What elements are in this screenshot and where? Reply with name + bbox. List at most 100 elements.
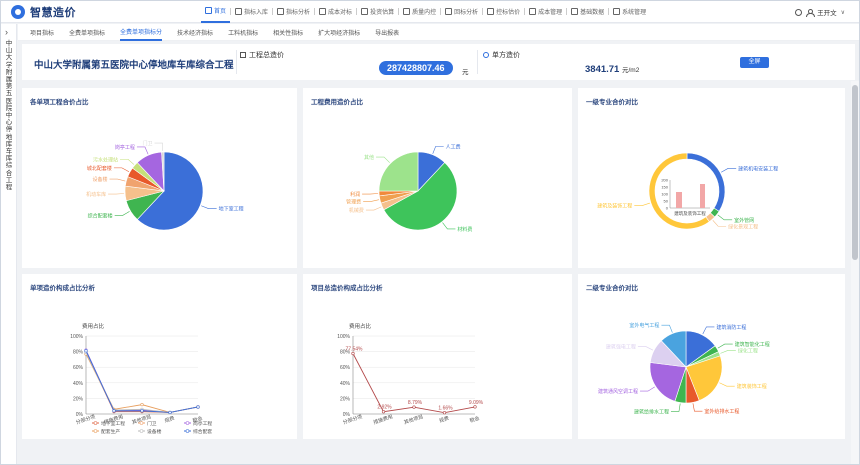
tick-label: 措施费用 [372,413,393,426]
pie-label-line [637,346,654,351]
menu-item-label: 成本管理 [538,10,563,16]
user-icon [806,8,816,17]
pie-label-line [634,202,651,206]
pie-chart-single-share: 地下室工程综合配套楼 机动车库 设备楼 城北配套楼 污水处理站 岗亭工程门卫 [86,140,244,231]
subtab[interactable]: 导出报表 [375,24,399,41]
menu-item[interactable]: 控标估价 [483,1,524,23]
pie-label: 城北配套楼 [87,165,112,172]
subtab[interactable]: 扩大项经济指标 [318,24,360,41]
logo[interactable]: 智慧造价 [11,4,201,20]
subtab[interactable]: 项目指标 [30,24,54,41]
data-label: 9.09% [469,400,484,406]
pie-label: 建筑及装饰工程 [597,203,632,210]
tick-label: 100% [70,334,83,340]
sidebar: › 中山大学附属第五医院中心停地库车库综合工程 [1,24,17,464]
pie-label: 室外管网 [734,217,754,224]
pie-label-line [640,386,655,392]
line-chart-single-composition: 费用占比100%80%60%40%20%0%分部分项 措施费用 其他项目 规费 税金地下… [70,322,212,435]
legend-swatch-dot [185,429,190,433]
data-point [412,405,416,409]
menu-item[interactable]: 指标入库 [231,1,272,23]
subtab[interactable]: 相关性指标 [273,24,303,41]
total-cost-label-text: 工程总造价 [249,52,284,59]
menu-item[interactable]: 质量内控 [399,1,440,23]
sub-tabs: 项目指标 全费单项指标 全费单项指标分 技术经济指标 工料机指标 相关性指标 扩大项经济指标… [18,24,859,41]
pie-label: 机械费 [349,207,364,214]
pie-label-line [720,350,736,354]
pie-label-line [108,193,125,195]
info-icon [483,52,489,58]
menu-item[interactable]: 回标分析 [441,1,482,23]
tick-label: 40% [340,381,351,387]
pie-label-line [692,403,703,412]
user-name[interactable]: 王开文 [817,7,837,17]
chart-panel-single-composition: 单项造价构成占比分析 费用占比 100% 80% 60% 40% 20% 0% 分部分项 措施费… [22,274,297,439]
legend-swatch-dot [139,421,144,425]
sidebar-project-name[interactable]: 中山大学附属第五医院中心停地库车库综合工程 [4,40,14,191]
data-label: 1.66% [438,406,453,412]
fullscreen-button[interactable]: 全屏 [740,57,769,68]
menu-item[interactable]: 成本管理 [525,1,566,23]
inset-bar [700,184,705,208]
menu-item-icon [319,8,327,15]
menu-item[interactable]: 指标分析 [273,1,314,23]
scrollbar-thumb[interactable] [852,85,858,260]
menu-item[interactable]: 首页 [201,1,231,23]
legend-label: 门卫 [147,420,157,427]
pie-label-line [119,158,135,165]
menu-item-icon [403,8,411,15]
tick-label: 20% [340,396,351,402]
pie-label: 门卫 [142,140,152,147]
data-label: 8.79% [408,400,423,406]
axis-label: 费用占比 [349,322,372,330]
donut-chart-major1: 建筑机电安装工程室外管网绿化景观工程 建筑及装饰工程 200 150 100 50 0 建筑及… [597,152,778,230]
pie-label-line [136,146,149,155]
subtab[interactable]: 工料机指标 [228,24,258,41]
tick-label: 规费 [164,415,176,425]
pie-label-line [154,142,164,152]
menu-item-label: 控标估价 [496,10,521,16]
menu-item-label: 基础数据 [580,10,605,16]
pie-label-line [670,403,681,412]
help-icon[interactable] [795,8,803,16]
chart-panel-fee-share: 工程费用造价占比 人工费 材料费 机械费 管理费 利润 其他 [303,88,572,268]
pie-label: 建筑机电安装工程 [738,165,778,172]
menu-item[interactable]: 成本对标 [315,1,356,23]
data-point [140,403,144,407]
chart-panel-total-composition: 项目总造价构成占比分析 费用占比 100% 80% 60% 40% 20% 0% 分部分项 措施… [303,274,572,439]
menu-item-icon [487,8,495,15]
pie-label: 污水处理站 [93,156,118,163]
pie-label: 材料费 [457,226,472,233]
menu-item[interactable]: 投资估算 [357,1,398,23]
pie-label-line [109,178,126,182]
tick-label: 税金 [469,415,481,425]
legend-label: 设备楼 [147,428,162,435]
pie-label: 利润 [350,191,360,198]
menu-item-icon [277,8,285,15]
menu-item-icon [235,8,243,15]
pie-label-line [442,222,456,230]
chevron-down-icon[interactable]: ∨ [841,9,845,16]
sidebar-toggle-icon[interactable]: › [5,28,8,37]
tick-label: 60% [73,365,84,371]
divider [477,50,478,74]
menu-item-label: 回标分析 [454,10,479,16]
subtab[interactable]: 全费单项指标 [69,24,105,41]
menu-item-label: 指标分析 [286,10,311,16]
pie-label: 室外给排水工程 [704,408,739,415]
pie-slice [686,152,726,212]
pie-label: 综合配套楼 [88,212,113,219]
pie-label: 建筑给排水工程 [634,408,669,415]
axis-label: 费用占比 [82,322,105,330]
menu-item-label: 投资估算 [370,10,395,16]
pie-label: 建筑强电工程 [606,344,636,351]
menu-item[interactable]: 基础数据 [567,1,608,23]
pie-label: 人工费 [446,143,461,150]
pie-label-line [719,382,735,387]
menu-item[interactable]: 系统管理 [609,1,650,23]
menu-item-label: 成本对标 [328,10,353,16]
vertical-scrollbar[interactable] [851,81,859,464]
inset-bar [676,192,682,208]
subtab[interactable]: 全费单项指标分 [120,24,163,41]
subtab[interactable]: 技术经济指标 [177,24,213,41]
